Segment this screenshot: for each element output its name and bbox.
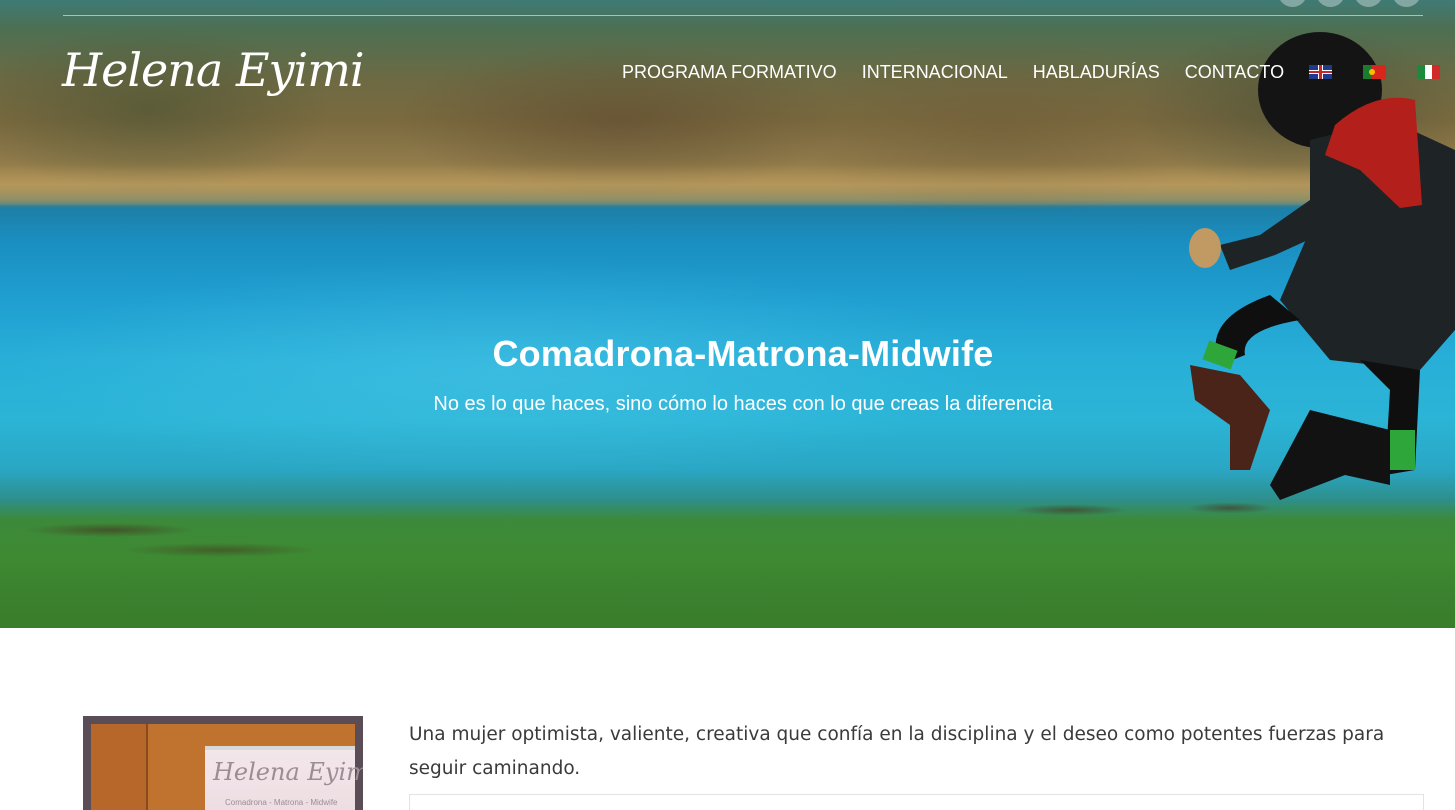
nav-item-internacional[interactable]: INTERNACIONAL [862,62,1008,83]
social-icon-1[interactable] [1278,0,1307,7]
banner-subtitle: Comadrona - Matrona - Midwife [225,798,338,807]
site-logo[interactable]: Helena Eyimi [62,34,365,112]
banner-logo-text: Helena Eyimi [213,758,363,786]
italy-flag-icon[interactable] [1417,65,1441,79]
hero-banner: Helena Eyimi PROGRAMA FORMATIVO INTERNAC… [0,0,1455,628]
social-icon-3[interactable] [1354,0,1383,7]
photo-banner: Helena Eyimi Comadrona - Matrona - Midwi… [205,746,363,810]
jumping-woman-image [1189,32,1455,500]
header-divider [63,15,1423,16]
intro-text: Una mujer optimista, valiente, creativa … [409,724,1385,779]
social-icon-4[interactable] [1392,0,1421,7]
social-icon-2[interactable] [1316,0,1345,7]
nav-item-programa-formativo[interactable]: PROGRAMA FORMATIVO [622,62,837,83]
portugal-flag-icon[interactable] [1363,65,1387,79]
uk-flag-icon[interactable] [1309,65,1333,79]
nav-item-contacto[interactable]: CONTACTO [1185,62,1284,83]
hero-grass [0,500,1455,628]
profile-photo: Helena Eyimi Comadrona - Matrona - Midwi… [83,716,363,810]
hero-title: Comadrona-Matrona-Midwife [492,333,994,374]
hero-subtitle: No es lo que haces, sino cómo lo haces c… [433,393,1053,415]
social-links [1278,0,1421,7]
nav-item-habladurias[interactable]: HABLADURÍAS [1033,62,1160,83]
main-nav: PROGRAMA FORMATIVO INTERNACIONAL HABLADU… [622,60,1455,84]
content-box [409,794,1424,810]
